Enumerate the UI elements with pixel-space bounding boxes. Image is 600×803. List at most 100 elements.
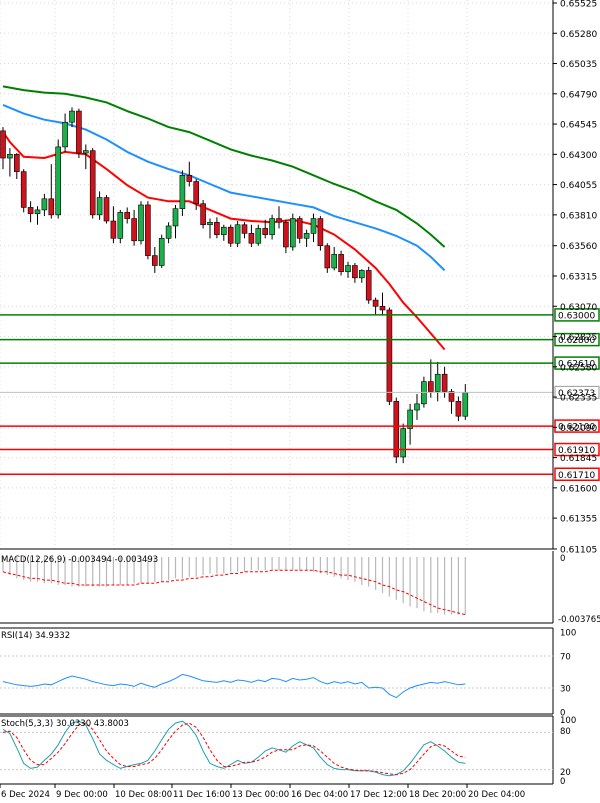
candle-body-down [276, 218, 282, 223]
candle-body-up [358, 270, 365, 279]
candle-body-up [179, 175, 186, 209]
candle [221, 224, 227, 241]
candle-body-up [158, 238, 165, 266]
candle [393, 397, 400, 464]
candle [345, 261, 351, 278]
candle-body-up [34, 209, 41, 214]
candle [365, 266, 372, 304]
ma-green-line [2, 85, 446, 248]
candle [96, 191, 103, 220]
stoch-k-line [2, 720, 466, 777]
candle [145, 201, 151, 260]
time-tick-label: 6 Dec 2024 [1, 790, 50, 800]
candle [379, 292, 386, 315]
candle-body-down [386, 309, 393, 402]
time-axis: 6 Dec 2024 9 Dec 00:00 10 Dec 08:00 11 Dec … [0, 784, 525, 800]
candle-body-down [186, 175, 193, 182]
time-tick-label: 9 Dec 00:00 [56, 790, 108, 800]
candle-body-down [262, 228, 269, 235]
candle [117, 209, 124, 244]
candle-body-down [324, 245, 331, 269]
candle [462, 384, 469, 420]
candle-body-down [296, 218, 303, 239]
candle [110, 206, 117, 244]
price-tick-label: 0.64545 [560, 121, 597, 131]
candle-body-up [7, 154, 13, 159]
candle [179, 170, 186, 217]
candle-body-down [20, 171, 27, 208]
candle [14, 153, 20, 180]
candle-body-up [289, 218, 296, 248]
candle [207, 218, 213, 239]
candle [441, 366, 448, 398]
macd-pane: MACD(12,26,9) -0.003494 -0.003493 0 -0.003… [0, 551, 600, 625]
price-tick-label: 0.62580 [560, 363, 597, 373]
candle [152, 246, 158, 273]
candle [27, 201, 34, 223]
candle-body-up [234, 224, 241, 244]
level-label: 0.61710 [558, 471, 595, 481]
candle [234, 221, 241, 247]
time-tick-label: 10 Dec 08:00 [115, 790, 172, 800]
rsi-tick-label: 30 [560, 685, 571, 695]
candle [317, 216, 324, 251]
candlesticks [0, 107, 469, 464]
stoch-pane: Stoch(5,3,3) 30.0330 43.8003 10080200 [0, 715, 576, 787]
candle [89, 148, 96, 219]
ma-blue-line [2, 103, 446, 272]
candle-body-down [193, 181, 199, 205]
candle [34, 206, 41, 225]
price-tick-label: 0.61105 [560, 546, 597, 556]
candle [324, 243, 331, 273]
time-tick-label: 18 Dec 20:00 [409, 790, 466, 800]
price-tick-label: 0.63810 [560, 211, 597, 221]
candle [407, 403, 413, 445]
candle [41, 193, 48, 217]
macd-tick-label: 0 [560, 554, 565, 564]
rsi-pane: RSI(14) 34.9332 10070300 [0, 627, 576, 719]
candle-body-down [0, 130, 6, 159]
candle-body-up [462, 392, 469, 417]
candle [172, 204, 179, 239]
candle [158, 234, 165, 268]
candle-body-up [310, 218, 317, 234]
forex-chart: 0.630000.628000.626100.621000.619100.617… [0, 0, 600, 800]
candle-body-up [345, 265, 351, 272]
price-tick-label: 0.65280 [560, 30, 597, 40]
candle-body-down [283, 221, 289, 248]
candle-body-up [269, 218, 275, 235]
time-tick-label: 13 Dec 00:00 [232, 790, 289, 800]
macd-title: MACD(12,26,9) -0.003494 -0.003493 [1, 555, 158, 565]
candle-body-up [434, 373, 441, 392]
candle [20, 169, 27, 213]
level-label: 0.63000 [558, 311, 595, 321]
candle-body-down [145, 204, 151, 256]
price-tick-label: 0.63070 [560, 303, 597, 313]
candle [289, 213, 296, 251]
stoch-d-line [2, 722, 466, 776]
candle [248, 224, 255, 247]
candle-body-down [393, 401, 400, 458]
candle [138, 201, 144, 245]
rsi-title: RSI(14) 34.9332 [1, 631, 70, 641]
candle [62, 113, 68, 152]
candle [7, 148, 13, 177]
candle-body-up [400, 428, 407, 458]
candle-body-down [248, 233, 255, 244]
candle-body-up [69, 110, 75, 123]
candle-body-down [317, 218, 324, 247]
candle [414, 393, 420, 420]
candle-body-up [172, 208, 179, 227]
candle [200, 200, 206, 229]
candle-body-up [117, 212, 124, 239]
price-tick-label: 0.64790 [560, 90, 597, 100]
price-tick-label: 0.62090 [560, 424, 597, 434]
candle-body-up [303, 233, 310, 239]
candle-body-up [62, 121, 68, 148]
candle [358, 269, 365, 283]
support-resistance-levels: 0.630000.628000.626100.621000.619100.617… [0, 308, 600, 482]
candle-body-up [207, 221, 213, 226]
candle-body-up [331, 254, 338, 269]
candle-body-down [89, 150, 96, 216]
candle-body-up [138, 204, 144, 242]
